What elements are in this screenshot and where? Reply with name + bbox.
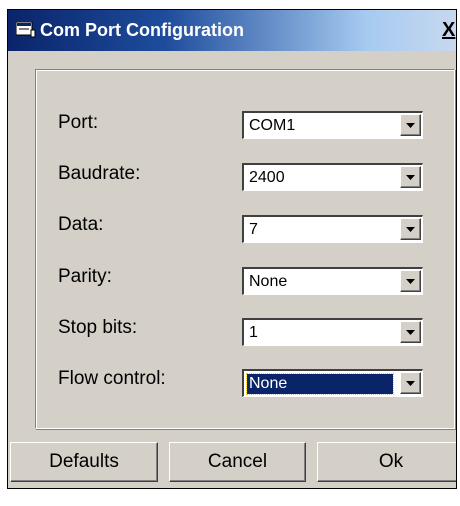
close-button[interactable]: X — [442, 18, 456, 42]
chevron-down-icon — [406, 227, 415, 232]
baudrate-combo[interactable]: 2400 — [242, 163, 423, 191]
port-dropdown-button[interactable] — [400, 114, 421, 136]
data-dropdown-button[interactable] — [400, 218, 421, 240]
baudrate-dropdown-button[interactable] — [400, 166, 421, 188]
flow-control-dropdown-button[interactable] — [400, 372, 421, 394]
chevron-down-icon — [406, 279, 415, 284]
port-value: COM1 — [249, 117, 296, 134]
defaults-button[interactable]: Defaults — [10, 442, 158, 482]
app-window-icon — [16, 22, 36, 38]
flow-control-label: Flow control: — [58, 368, 166, 389]
baudrate-value: 2400 — [249, 169, 285, 186]
baudrate-label: Baudrate: — [58, 163, 141, 184]
chevron-down-icon — [406, 123, 415, 128]
parity-dropdown-button[interactable] — [400, 270, 421, 292]
port-label: Port: — [58, 112, 99, 133]
title-bar[interactable]: Com Port Configuration X — [8, 10, 456, 51]
parity-label: Parity: — [58, 266, 112, 287]
data-value: 7 — [249, 221, 258, 238]
cancel-button[interactable]: Cancel — [169, 442, 306, 482]
chevron-down-icon — [406, 330, 415, 335]
window-title: Com Port Configuration — [40, 20, 244, 40]
stop-bits-label: Stop bits: — [58, 317, 138, 338]
chevron-down-icon — [406, 175, 415, 180]
data-combo[interactable]: 7 — [242, 215, 423, 243]
parity-combo[interactable]: None — [242, 267, 423, 295]
stop-bits-value: 1 — [249, 324, 258, 341]
ok-button[interactable]: Ok — [317, 442, 456, 482]
com-port-dialog: Com Port Configuration X Port: COM1 Baud… — [7, 9, 457, 489]
chevron-down-icon — [406, 381, 415, 386]
stop-bits-combo[interactable]: 1 — [242, 318, 423, 346]
port-combo[interactable]: COM1 — [242, 111, 423, 139]
flow-control-value: None — [246, 373, 394, 395]
parity-value: None — [249, 273, 288, 290]
stop-bits-dropdown-button[interactable] — [400, 321, 421, 343]
data-label: Data: — [58, 214, 104, 235]
flow-control-combo[interactable]: None — [242, 369, 423, 397]
